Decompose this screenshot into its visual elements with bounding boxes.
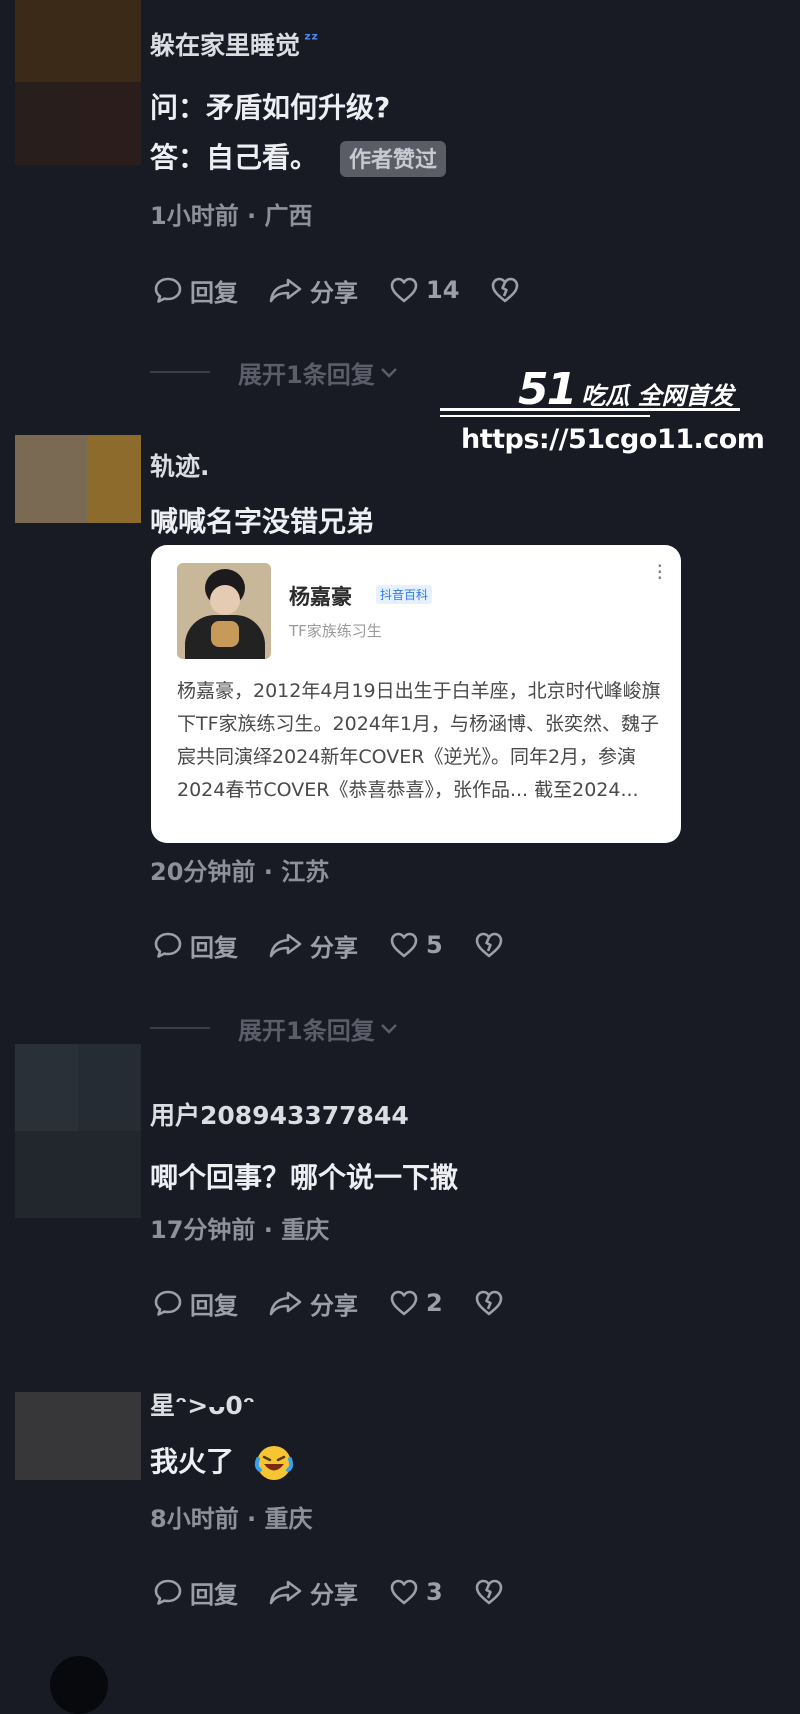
reply-bubble-icon [154, 1579, 182, 1605]
reply-label: 回复 [190, 1291, 238, 1320]
heart-icon [390, 277, 418, 303]
watermark-brand-text: 吃瓜 全网首发 [581, 382, 734, 410]
like-button[interactable]: 3 [388, 1576, 443, 1608]
share-button[interactable]: 分享 [268, 273, 358, 308]
more-options-icon[interactable]: · · · [657, 556, 663, 588]
reply-label: 回复 [190, 933, 238, 962]
like-count: 2 [426, 1289, 443, 1317]
reply-button[interactable]: 回复 [152, 1575, 238, 1610]
heart-icon [390, 1579, 418, 1605]
comment-text-line: 我火了 [150, 1440, 294, 1483]
avatar[interactable] [50, 1656, 108, 1714]
watermark-line [440, 415, 650, 417]
sleep-emoji-icon: ᶻᶻ [304, 29, 319, 50]
broken-heart-icon [475, 1290, 503, 1316]
avatar[interactable] [15, 1044, 141, 1218]
laughing-tears-emoji-icon [254, 1446, 293, 1480]
like-count: 14 [426, 276, 460, 304]
username[interactable]: 轨迹. [150, 447, 210, 483]
watermark-url: https://51cgo11.com [461, 424, 765, 455]
like-button[interactable]: 14 [388, 274, 459, 306]
like-button[interactable]: 5 [388, 929, 443, 961]
username-text: 躲在家里睡觉 [150, 31, 301, 60]
reply-button[interactable]: 回复 [152, 1286, 238, 1321]
reply-bubble-icon [154, 277, 182, 303]
share-label: 分享 [310, 278, 358, 307]
comment-actions: 回复 分享 14 [152, 270, 557, 310]
divider [150, 371, 210, 373]
reply-label: 回复 [190, 278, 238, 307]
comment-actions: 回复 分享 2 [152, 1283, 541, 1323]
share-label: 分享 [310, 1291, 358, 1320]
comment-text-line: 唧个回事？哪个说一下撒 [150, 1161, 459, 1194]
comment-text: 我火了 [150, 1445, 235, 1478]
share-arrow-icon [269, 1291, 302, 1316]
reply-button[interactable]: 回复 [152, 928, 238, 963]
username[interactable]: 用户208943377844 [150, 1096, 409, 1132]
share-button[interactable]: 分享 [268, 1575, 358, 1610]
share-arrow-icon [269, 278, 302, 303]
comment-meta: 8小时前 · 重庆 [150, 1505, 313, 1533]
heart-icon [390, 1290, 418, 1316]
author-liked-badge: 作者赞过 [340, 141, 447, 177]
expand-replies-button[interactable]: 展开1条回复 [150, 354, 401, 390]
like-count: 5 [426, 931, 443, 959]
reply-button[interactable]: 回复 [152, 273, 238, 308]
card-title: 杨嘉豪 [289, 585, 352, 609]
reply-bubble-icon [154, 932, 182, 958]
avatar[interactable] [15, 0, 141, 165]
profile-photo [177, 563, 271, 659]
expand-label: 展开1条回复 [238, 360, 375, 389]
reply-label: 回复 [190, 1580, 238, 1609]
share-button[interactable]: 分享 [268, 1286, 358, 1321]
card-subtitle: TF家族练习生 [289, 622, 382, 640]
username[interactable]: 星ᵔ>ᴗ0ᵔ [150, 1386, 255, 1422]
comment-text-line: 答：自己看。 作者赞过 [150, 136, 447, 177]
avatar[interactable] [15, 1392, 141, 1480]
share-arrow-icon [269, 1580, 302, 1605]
share-arrow-icon [269, 933, 302, 958]
dislike-button[interactable] [473, 929, 511, 961]
share-label: 分享 [310, 933, 358, 962]
comment-meta: 20分钟前 · 江苏 [150, 858, 330, 886]
card-description: 杨嘉豪，2012年4月19日出生于白羊座，北京时代峰峻旗下TF家族练习生。202… [177, 680, 661, 801]
chevron-down-icon [380, 1024, 397, 1034]
broken-heart-icon [492, 277, 519, 303]
like-button[interactable]: 2 [388, 1287, 443, 1319]
dislike-button[interactable] [473, 1287, 511, 1319]
avatar[interactable] [15, 435, 141, 523]
encyclopedia-card[interactable]: 杨嘉豪 抖音百科 TF家族练习生 · · · 杨嘉豪，2012年4月19日出生于白羊… [151, 545, 681, 843]
broken-heart-icon [475, 1579, 503, 1605]
watermark: 51 吃瓜 全网首发 https://51cgo11.com [438, 362, 765, 472]
watermark-line [440, 408, 740, 411]
divider [150, 1027, 210, 1029]
comment-text: 答：自己看。 [150, 141, 319, 174]
comment-actions: 回复 分享 3 [152, 1572, 541, 1612]
broken-heart-icon [475, 932, 503, 958]
expand-replies-button[interactable]: 展开1条回复 [150, 1010, 401, 1046]
heart-icon [390, 932, 418, 958]
dislike-button[interactable] [473, 1576, 511, 1608]
reply-bubble-icon [154, 1290, 182, 1316]
comment-meta: 1小时前 · 广西 [150, 202, 313, 230]
comment-text-line: 问：矛盾如何升级? [150, 91, 391, 124]
share-label: 分享 [310, 1580, 358, 1609]
comment-text-line: 喊喊名字没错兄弟 [150, 505, 375, 538]
username[interactable]: 躲在家里睡觉 ᶻᶻ [150, 26, 318, 62]
chevron-down-icon [380, 368, 397, 378]
expand-label: 展开1条回复 [238, 1016, 375, 1045]
comment-actions: 回复 分享 5 [152, 925, 541, 965]
card-source-tag: 抖音百科 [376, 585, 433, 604]
share-button[interactable]: 分享 [268, 928, 358, 963]
like-count: 3 [426, 1578, 443, 1606]
comment-meta: 17分钟前 · 重庆 [150, 1216, 330, 1244]
dislike-button[interactable] [489, 274, 527, 306]
